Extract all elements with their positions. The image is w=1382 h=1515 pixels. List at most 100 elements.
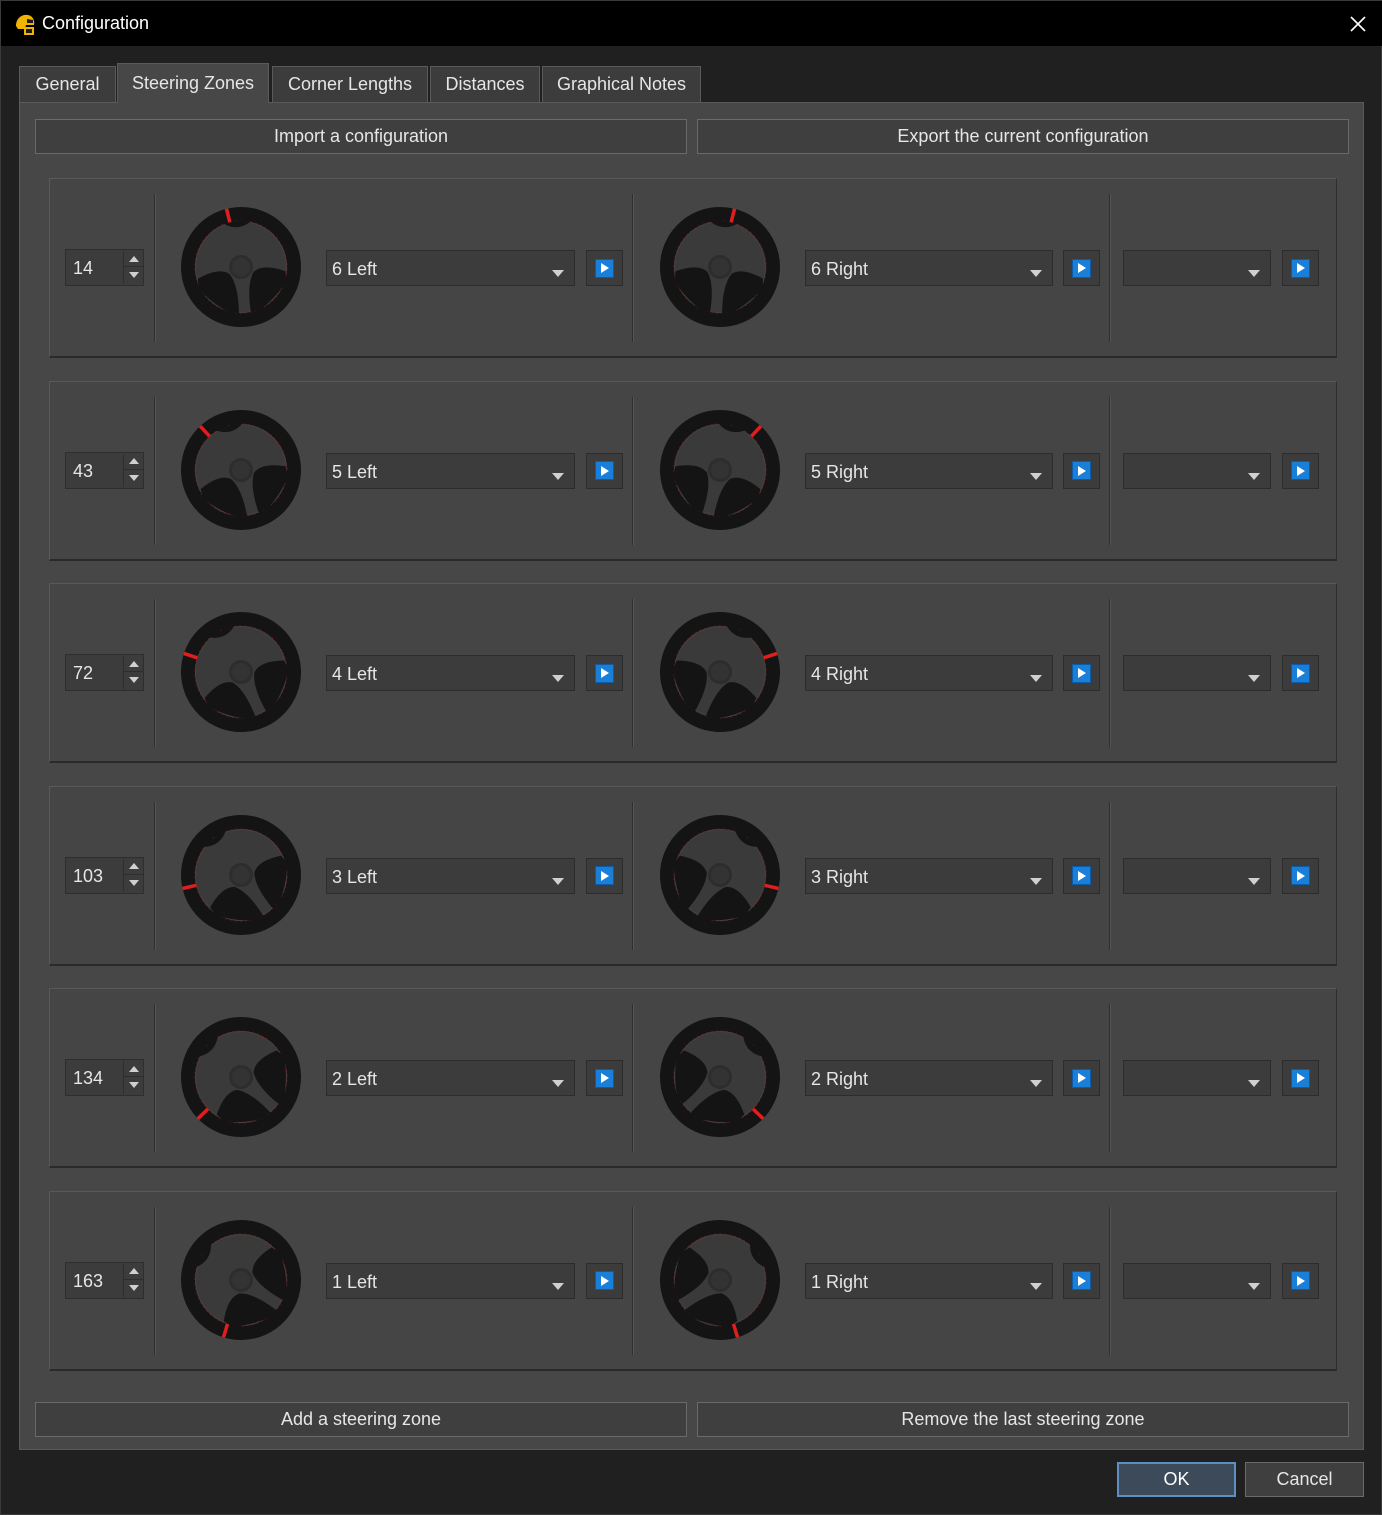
angle-spinbox[interactable]: 163 — [65, 1261, 144, 1299]
left-note-dropdown[interactable]: 6 Left — [326, 250, 575, 286]
chevron-down-icon — [1248, 670, 1260, 688]
steering-wheel-left-icon — [179, 408, 303, 532]
play-left-button[interactable] — [586, 452, 623, 489]
play-extra-button[interactable] — [1282, 857, 1319, 894]
configuration-window: Configuration General Steering Zones Cor… — [0, 0, 1382, 1515]
right-note-dropdown[interactable]: 3 Right — [805, 857, 1053, 894]
button-label: Add a steering zone — [280, 1409, 442, 1429]
play-icon — [1291, 258, 1310, 278]
play-right-button[interactable] — [1063, 1262, 1100, 1299]
steering-wheel-left-icon — [179, 610, 303, 734]
extra-note-dropdown[interactable] — [1123, 250, 1271, 286]
spin-down-button[interactable] — [124, 1077, 143, 1093]
extra-note-dropdown[interactable] — [1123, 1060, 1271, 1096]
angle-spinbox[interactable]: 72 — [65, 654, 144, 691]
chevron-down-icon — [1030, 265, 1042, 283]
play-left-button[interactable] — [586, 1060, 623, 1096]
left-note-dropdown[interactable]: 4 Left — [326, 655, 575, 691]
play-icon — [1291, 1271, 1310, 1290]
add-steering-zone-button[interactable]: Add a steering zone — [35, 1402, 687, 1437]
divider — [154, 1206, 156, 1355]
left-note-dropdown[interactable]: 5 Left — [326, 452, 575, 489]
close-button[interactable] — [1341, 7, 1375, 41]
spin-down-button[interactable] — [124, 267, 143, 283]
play-icon — [1291, 461, 1310, 480]
right-note-dropdown[interactable]: 1 Right — [805, 1262, 1053, 1299]
play-icon — [595, 258, 614, 278]
right-note-dropdown[interactable]: 5 Right — [805, 452, 1053, 489]
play-extra-button[interactable] — [1282, 1060, 1319, 1096]
tab-label: Distances — [445, 74, 525, 94]
right-note-dropdown[interactable]: 2 Right — [805, 1060, 1053, 1096]
chevron-down-icon — [1030, 1075, 1042, 1093]
import-configuration-button[interactable]: Import a configuration — [35, 119, 687, 154]
tab-general[interactable]: General — [19, 66, 116, 102]
spin-up-button[interactable] — [124, 859, 143, 875]
spin-down-button[interactable] — [124, 470, 143, 486]
divider — [632, 801, 634, 950]
play-left-button[interactable] — [586, 655, 623, 691]
steering-zone-row: 43 5 Left 5 Right — [49, 380, 1337, 561]
play-extra-button[interactable] — [1282, 452, 1319, 489]
play-extra-button[interactable] — [1282, 1262, 1319, 1299]
divider — [1109, 396, 1111, 545]
spin-up-button[interactable] — [124, 1061, 143, 1077]
left-note-dropdown[interactable]: 1 Left — [326, 1262, 575, 1299]
spin-up-button[interactable] — [124, 656, 143, 672]
play-icon — [595, 461, 614, 480]
tab-distances[interactable]: Distances — [430, 66, 540, 102]
play-left-button[interactable] — [586, 857, 623, 894]
spin-down-button[interactable] — [124, 672, 143, 688]
play-right-button[interactable] — [1063, 655, 1100, 691]
steering-wheel-right-icon — [658, 205, 782, 329]
play-icon — [1072, 663, 1091, 683]
cancel-button[interactable]: Cancel — [1245, 1462, 1364, 1497]
combo-value: 6 Left — [332, 259, 378, 279]
left-note-dropdown[interactable]: 3 Left — [326, 857, 575, 894]
tab-graphical-notes[interactable]: Graphical Notes — [542, 66, 701, 102]
play-right-button[interactable] — [1063, 250, 1100, 286]
tab-steering-zones[interactable]: Steering Zones — [117, 63, 269, 103]
extra-note-dropdown[interactable] — [1123, 655, 1271, 691]
play-icon — [595, 1271, 614, 1290]
play-left-button[interactable] — [586, 1262, 623, 1299]
tab-corner-lengths[interactable]: Corner Lengths — [272, 66, 428, 102]
angle-spinbox[interactable]: 134 — [65, 1059, 144, 1096]
angle-spinbox[interactable]: 103 — [65, 856, 144, 894]
steering-wheel-right-icon — [658, 813, 782, 937]
extra-note-dropdown[interactable] — [1123, 452, 1271, 489]
spin-arrows — [123, 1263, 143, 1297]
play-icon — [595, 866, 614, 885]
extra-note-dropdown[interactable] — [1123, 857, 1271, 894]
extra-note-dropdown[interactable] — [1123, 1262, 1271, 1299]
play-extra-button[interactable] — [1282, 655, 1319, 691]
spin-down-button[interactable] — [124, 1280, 143, 1296]
spin-up-button[interactable] — [124, 251, 143, 267]
play-extra-button[interactable] — [1282, 250, 1319, 286]
remove-steering-zone-button[interactable]: Remove the last steering zone — [697, 1402, 1349, 1437]
steering-wheel-right-icon — [658, 408, 782, 532]
play-left-button[interactable] — [586, 250, 623, 286]
angle-spinbox[interactable]: 14 — [65, 249, 144, 286]
tab-label: General — [35, 74, 100, 94]
spin-up-button[interactable] — [124, 1264, 143, 1280]
spin-down-button[interactable] — [124, 875, 143, 891]
play-right-button[interactable] — [1063, 857, 1100, 894]
spin-up-button[interactable] — [124, 454, 143, 470]
export-configuration-button[interactable]: Export the current configuration — [697, 119, 1349, 154]
angle-spinbox[interactable]: 43 — [65, 451, 144, 489]
ok-button[interactable]: OK — [1117, 1462, 1236, 1497]
play-right-button[interactable] — [1063, 452, 1100, 489]
divider — [1109, 1206, 1111, 1355]
divider — [1109, 801, 1111, 950]
chevron-down-icon — [552, 1278, 564, 1296]
chevron-down-icon — [1248, 873, 1260, 891]
button-label: OK — [1163, 1469, 1190, 1489]
right-note-dropdown[interactable]: 6 Right — [805, 250, 1053, 286]
play-right-button[interactable] — [1063, 1060, 1100, 1096]
close-icon[interactable] — [1349, 15, 1367, 33]
left-note-dropdown[interactable]: 2 Left — [326, 1060, 575, 1096]
chevron-down-icon — [1030, 468, 1042, 486]
right-note-dropdown[interactable]: 4 Right — [805, 655, 1053, 691]
play-icon — [1072, 1271, 1091, 1290]
